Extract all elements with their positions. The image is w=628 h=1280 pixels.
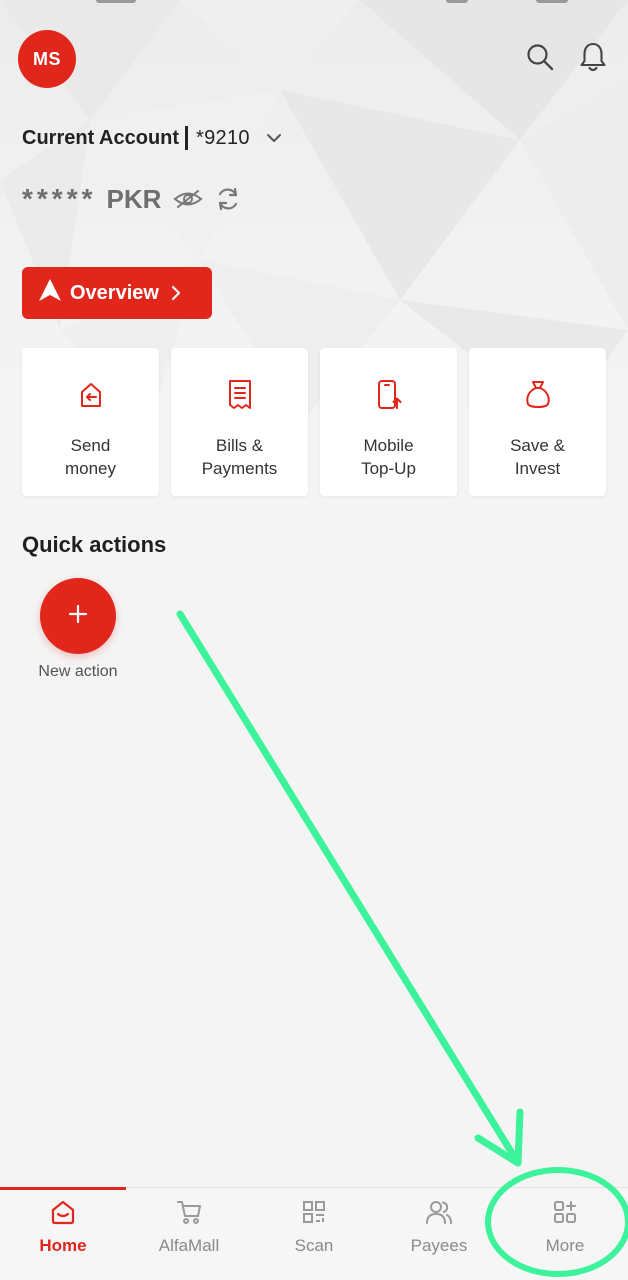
new-action-label: New action	[38, 663, 118, 680]
mobile-topup-icon	[375, 378, 403, 412]
active-tab-indicator	[0, 1187, 126, 1190]
people-icon	[425, 1196, 453, 1228]
search-icon[interactable]	[523, 40, 557, 74]
overview-button[interactable]: Overview	[22, 267, 212, 319]
nav-label: AlfaMall	[158, 1236, 220, 1255]
account-number: *9210	[196, 126, 250, 149]
service-label: Mobile Top-Up	[361, 436, 416, 478]
eye-off-icon[interactable]	[173, 188, 203, 210]
status-bar	[0, 0, 628, 8]
bell-icon[interactable]	[576, 40, 610, 74]
avatar[interactable]: MS	[18, 30, 76, 88]
overview-label: Overview	[70, 281, 159, 304]
home-icon	[49, 1196, 77, 1228]
balance-mask: *****	[22, 183, 97, 214]
nav-home[interactable]: Home	[0, 1196, 126, 1266]
nav-scan[interactable]: Scan	[251, 1196, 377, 1266]
receipt-icon	[227, 378, 253, 412]
avatar-initials: MS	[33, 48, 61, 69]
quick-actions-title: Quick actions	[22, 532, 167, 557]
send-money-icon	[76, 378, 106, 412]
service-label: Save & Invest	[510, 436, 565, 478]
cart-icon	[175, 1196, 203, 1228]
nav-label: More	[545, 1236, 585, 1255]
account-separator	[185, 126, 189, 150]
service-bills-payments[interactable]: Bills & Payments	[171, 348, 308, 496]
account-name: Current Account	[22, 126, 180, 149]
qr-scan-icon	[301, 1196, 327, 1228]
refresh-icon[interactable]	[215, 186, 241, 212]
grid-plus-icon	[552, 1196, 578, 1228]
new-action-button[interactable]	[40, 578, 116, 654]
annotation-arrow-head	[474, 1108, 524, 1167]
nav-label: Home	[39, 1236, 87, 1255]
balance-currency: PKR	[106, 183, 162, 214]
nav-label: Payees	[410, 1236, 468, 1255]
service-save-invest[interactable]: Save & Invest	[469, 348, 606, 496]
chevron-down-icon	[266, 132, 282, 144]
status-clock-fragment	[96, 0, 136, 3]
chevron-right-icon	[171, 285, 181, 301]
service-label: Bills & Payments	[201, 436, 278, 478]
annotation-arrow-shaft	[176, 610, 519, 1162]
nav-payees[interactable]: Payees	[376, 1196, 502, 1266]
service-label: Send money	[64, 436, 117, 478]
nav-label: Scan	[294, 1236, 334, 1255]
nav-more[interactable]: More	[502, 1196, 628, 1266]
nav-alfamall[interactable]: AlfaMall	[126, 1196, 252, 1266]
alfa-logo-icon	[38, 278, 62, 308]
status-signal-fragment	[446, 0, 468, 3]
service-mobile-topup[interactable]: Mobile Top-Up	[320, 348, 457, 496]
status-battery-fragment	[536, 0, 568, 3]
service-send-money[interactable]: Send money	[22, 348, 159, 496]
plus-icon	[67, 603, 89, 630]
balance-display: ***** PKR	[22, 180, 241, 218]
account-selector[interactable]: Current Account *9210	[22, 122, 282, 154]
money-bag-icon	[524, 378, 552, 412]
